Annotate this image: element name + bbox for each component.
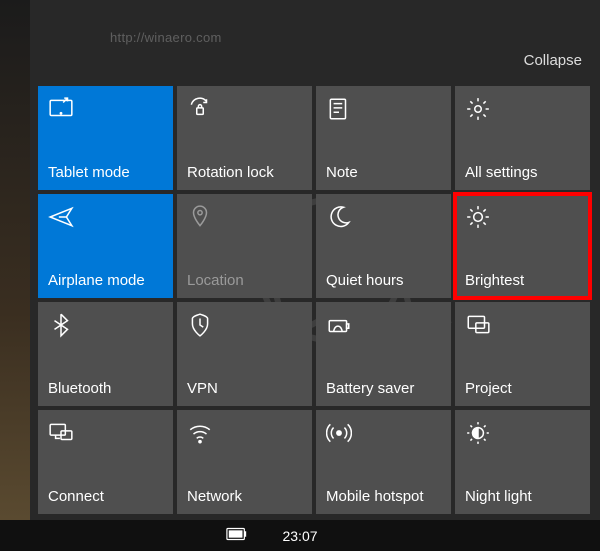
tile-label: Battery saver [326,380,441,398]
tile-bluetooth[interactable]: Bluetooth [38,302,173,406]
watermark-text: http://winaero.com [110,30,222,45]
night-light-icon [465,420,491,446]
tile-label: VPN [187,380,302,398]
collapse-button[interactable]: Collapse [524,52,582,69]
tile-label: Connect [48,488,163,506]
tile-label: Location [187,272,302,290]
tile-label: Rotation lock [187,164,302,182]
tile-label: Project [465,380,580,398]
tile-label: All settings [465,164,580,182]
hotspot-icon [326,420,352,446]
tile-project[interactable]: Project [455,302,590,406]
tile-night-light[interactable]: Night light [455,410,590,514]
tile-label: Network [187,488,302,506]
tile-airplane-mode[interactable]: Airplane mode [38,194,173,298]
tile-vpn[interactable]: VPN [177,302,312,406]
brightness-sun-icon [465,204,491,230]
tile-label: Mobile hotspot [326,488,441,506]
rotation-lock-icon [187,96,213,122]
tile-rotation-lock[interactable]: Rotation lock [177,86,312,190]
taskbar: 23:07 [0,520,600,551]
vpn-shield-icon [187,312,213,338]
tile-tablet-mode[interactable]: Tablet mode [38,86,173,190]
quick-action-grid: Tablet mode Rotation lock Note All setti… [38,86,590,514]
tile-network[interactable]: Network [177,410,312,514]
tile-note[interactable]: Note [316,86,451,190]
wifi-icon [187,420,213,446]
connect-icon [48,420,74,446]
project-screen-icon [465,312,491,338]
bluetooth-icon [48,312,74,338]
tile-quiet-hours[interactable]: Quiet hours [316,194,451,298]
tile-brightness[interactable]: Brightest [455,194,590,298]
tile-label: Tablet mode [48,164,163,182]
moon-icon [326,204,352,230]
airplane-icon [48,204,74,230]
note-icon [326,96,352,122]
tile-battery-saver[interactable]: Battery saver [316,302,451,406]
tile-label: Airplane mode [48,272,163,290]
battery-saver-icon [326,312,352,338]
action-center-panel: http://winaero.com Collapse Tablet mode … [30,0,600,520]
tile-label: Note [326,164,441,182]
tile-label: Brightest [465,272,580,290]
tablet-mode-icon [48,96,74,122]
tile-label: Bluetooth [48,380,163,398]
settings-gear-icon [465,96,491,122]
taskbar-clock[interactable]: 23:07 [282,528,317,544]
tile-mobile-hotspot[interactable]: Mobile hotspot [316,410,451,514]
location-pin-icon [187,204,213,230]
tile-location[interactable]: Location [177,194,312,298]
tile-connect[interactable]: Connect [38,410,173,514]
tile-label: Night light [465,488,580,506]
tile-label: Quiet hours [326,272,441,290]
tile-all-settings[interactable]: All settings [455,86,590,190]
battery-tray-icon[interactable] [226,527,248,544]
